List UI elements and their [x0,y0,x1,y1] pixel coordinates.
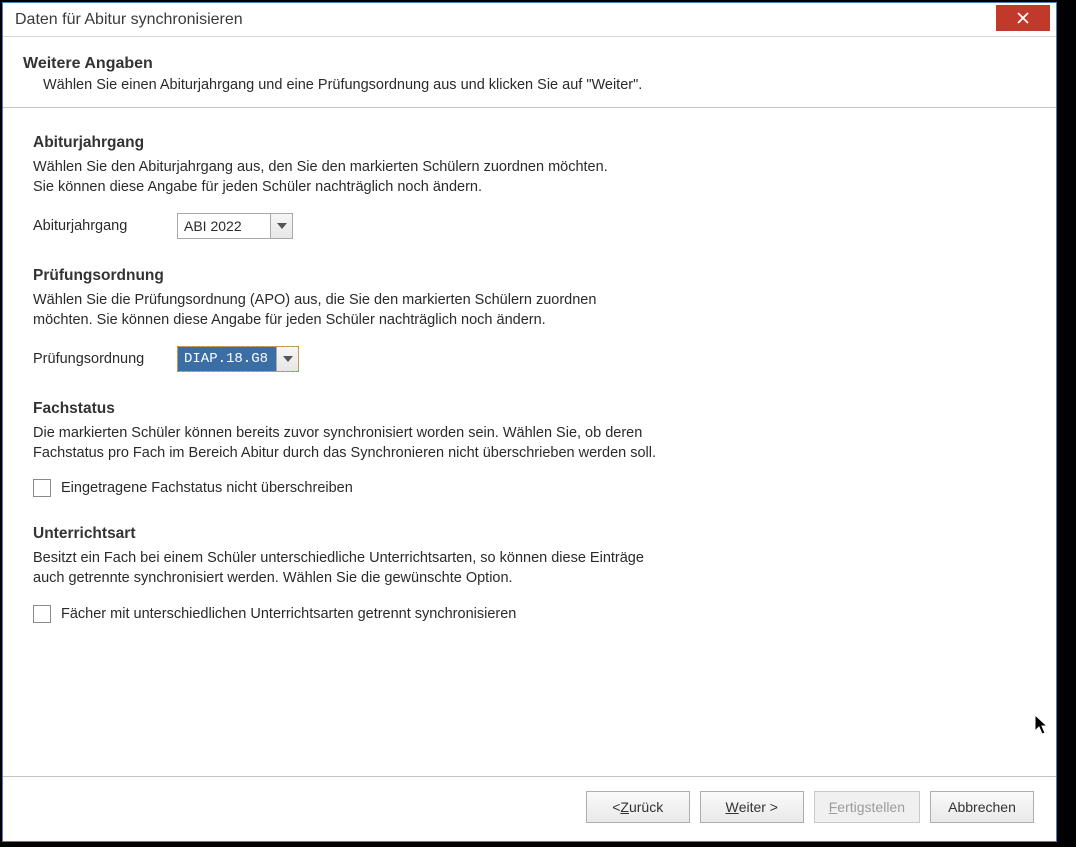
close-button[interactable] [996,5,1050,31]
combobox-value: ABI 2022 [178,214,270,238]
field-label: Prüfungsordnung [33,351,165,367]
field-label: Abiturjahrgang [33,218,165,234]
section-heading: Fachstatus [33,400,1026,418]
section-description: Wählen Sie den Abiturjahrgang aus, den S… [33,158,813,197]
chevron-down-icon [277,223,287,229]
dialog-window: Daten für Abitur synchronisieren Weitere… [2,2,1057,842]
chevron-down-icon [283,356,293,362]
checkbox-label: Fächer mit unterschiedlichen Unterrichts… [61,606,516,622]
close-icon [1017,12,1029,24]
pruefungsordnung-combobox[interactable]: DIAP.18.G8 [177,346,299,372]
field-row-pruefungsordnung: Prüfungsordnung DIAP.18.G8 [33,346,1026,372]
abiturjahrgang-combobox[interactable]: ABI 2022 [177,213,293,239]
section-heading: Unterrichtsart [33,525,1026,543]
section-description: Besitzt ein Fach bei einem Schüler unter… [33,549,813,588]
back-button[interactable]: < Zurück [586,791,690,823]
section-description: Die markierten Schüler können bereits zu… [33,424,813,463]
section-description: Wählen Sie die Prüfungsordnung (APO) aus… [33,291,813,330]
cancel-button[interactable]: Abbrechen [930,791,1034,823]
unterrichtsart-checkbox[interactable] [33,605,51,623]
wizard-heading: Weitere Angaben [23,55,1036,73]
combobox-value: DIAP.18.G8 [178,347,276,371]
checkbox-label: Eingetragene Fachstatus nicht überschrei… [61,480,353,496]
section-heading: Abiturjahrgang [33,134,1026,152]
section-unterrichtsart: Unterrichtsart Besitzt ein Fach bei eine… [33,525,1026,622]
section-heading: Prüfungsordnung [33,267,1026,285]
section-fachstatus: Fachstatus Die markierten Schüler können… [33,400,1026,497]
wizard-button-bar: < Zurück Weiter > Fertigstellen Abbreche… [3,776,1056,841]
wizard-content: Abiturjahrgang Wählen Sie den Abiturjahr… [3,108,1056,776]
section-pruefungsordnung: Prüfungsordnung Wählen Sie die Prüfungso… [33,267,1026,372]
next-button[interactable]: Weiter > [700,791,804,823]
fachstatus-checkbox[interactable] [33,479,51,497]
titlebar: Daten für Abitur synchronisieren [3,3,1056,37]
checkbox-row-unterrichtsart: Fächer mit unterschiedlichen Unterrichts… [33,605,1026,623]
dropdown-button[interactable] [270,214,292,238]
checkbox-row-fachstatus: Eingetragene Fachstatus nicht überschrei… [33,479,1026,497]
wizard-header: Weitere Angaben Wählen Sie einen Abiturj… [3,37,1056,108]
dropdown-button[interactable] [276,347,298,371]
window-title: Daten für Abitur synchronisieren [15,11,243,29]
wizard-subtitle: Wählen Sie einen Abiturjahrgang und eine… [43,77,1036,93]
field-row-abiturjahrgang: Abiturjahrgang ABI 2022 [33,213,1026,239]
section-abiturjahrgang: Abiturjahrgang Wählen Sie den Abiturjahr… [33,134,1026,239]
finish-button: Fertigstellen [814,791,920,823]
